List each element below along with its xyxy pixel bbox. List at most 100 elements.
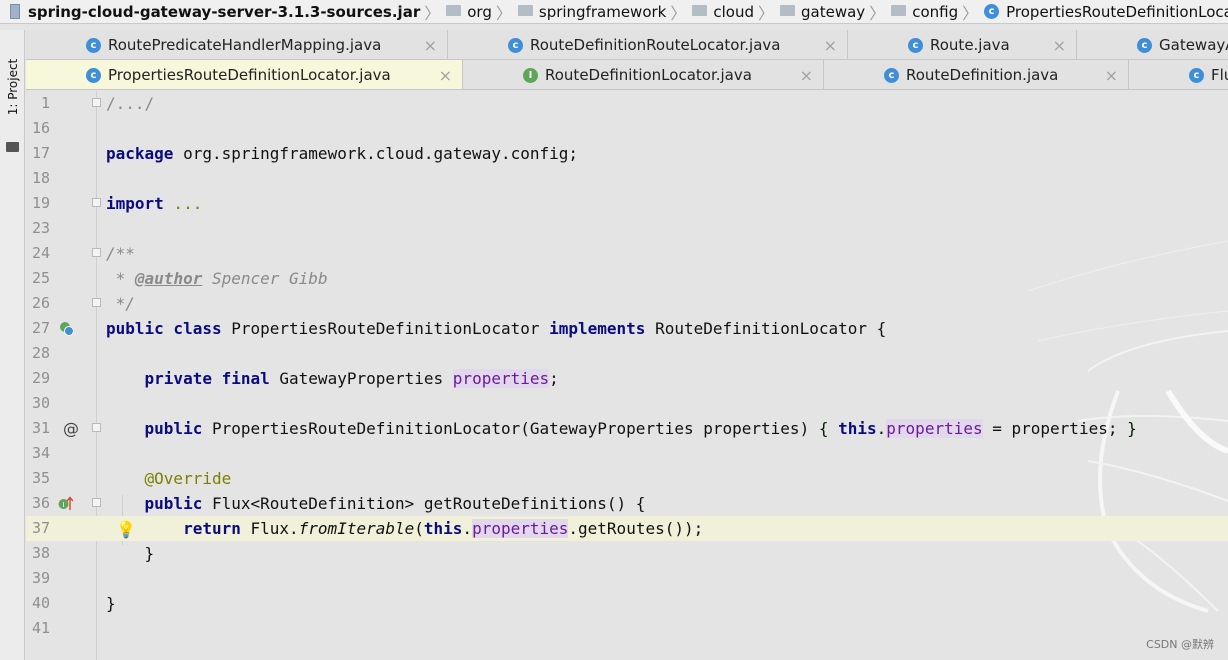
fold-marker-icon[interactable] (92, 98, 101, 107)
code-line[interactable]: 41 (26, 616, 1228, 641)
line-number: 18 (31, 169, 50, 187)
line-number: 41 (31, 619, 50, 637)
code-line[interactable]: 36 I public Flux<RouteDefinition> getRou… (26, 491, 1228, 516)
svg-text:I: I (62, 501, 64, 509)
tab-route-definition-route-locator[interactable]: c RouteDefinitionRouteLocator.java × (448, 30, 848, 59)
folder-icon (692, 5, 708, 16)
line-number: 30 (31, 394, 50, 412)
code-line[interactable]: 28 (26, 341, 1228, 366)
code-line[interactable]: 39 (26, 566, 1228, 591)
class-icon: c (508, 37, 523, 53)
line-number: 35 (31, 469, 50, 487)
class-icon: c (908, 37, 923, 53)
interface-icon: I (523, 67, 538, 83)
tab-gateway-truncated[interactable]: c GatewayA (1077, 30, 1228, 59)
fold-marker-icon[interactable] (92, 248, 101, 257)
code-line[interactable]: 1 /.../ (26, 91, 1228, 116)
code-line[interactable]: 25 * @author Spencer Gibb (26, 266, 1228, 291)
code-line[interactable]: 30 (26, 391, 1228, 416)
breadcrumb-item-jar[interactable]: spring-cloud-gateway-server-3.1.3-source… (10, 0, 446, 23)
line-number: 38 (31, 544, 50, 562)
folder-icon (780, 5, 796, 16)
tab-flux-truncated[interactable]: c Flu (1129, 60, 1228, 89)
line-number: 29 (31, 369, 50, 387)
line-number: 16 (31, 119, 50, 137)
line-number: 26 (31, 294, 50, 312)
close-icon[interactable]: × (439, 66, 452, 85)
chevron-right-icon: 〉 (495, 3, 512, 23)
line-number: 36 (31, 494, 50, 512)
override-up-arrow-icon[interactable]: I (58, 496, 73, 511)
line-number: 25 (31, 269, 50, 287)
tab-route-definition-locator[interactable]: I RouteDefinitionLocator.java × (463, 60, 824, 89)
chevron-right-icon: 〉 (869, 3, 886, 23)
fold-marker-icon[interactable] (92, 498, 101, 507)
class-icon: c (86, 67, 101, 83)
code-line[interactable]: 17 package org.springframework.cloud.gat… (26, 141, 1228, 166)
tab-route[interactable]: c Route.java × (848, 30, 1077, 59)
line-number: 39 (31, 569, 50, 587)
class-icon: c (884, 67, 899, 83)
chevron-right-icon: 〉 (962, 3, 979, 23)
breadcrumb-item-config[interactable]: config 〉 (891, 0, 984, 23)
breadcrumb-item-springframework[interactable]: springframework 〉 (517, 0, 693, 23)
tab-properties-route-definition-locator[interactable]: c PropertiesRouteDefinitionLocator.java … (26, 60, 463, 89)
fold-marker-icon[interactable] (92, 423, 101, 432)
code-line[interactable]: 31 @ public PropertiesRouteDefinitionLoc… (26, 416, 1228, 441)
code-line[interactable]: 18 (26, 166, 1228, 191)
code-line[interactable]: 38 } (26, 541, 1228, 566)
at-sign-icon[interactable]: @ (63, 416, 79, 441)
editor-tabs-row-1: c RoutePredicateHandlerMapping.java × c … (26, 30, 1228, 60)
folder-icon (446, 5, 462, 16)
breadcrumb-item-org[interactable]: org 〉 (446, 0, 518, 23)
code-line[interactable]: 16 (26, 116, 1228, 141)
line-number: 17 (31, 144, 50, 162)
line-number: 37 (31, 519, 50, 537)
close-icon[interactable]: × (824, 36, 837, 55)
tab-route-predicate-handler-mapping[interactable]: c RoutePredicateHandlerMapping.java × (26, 30, 448, 59)
folder-icon (517, 5, 533, 16)
editor-tabs-row-2: c PropertiesRouteDefinitionLocator.java … (26, 60, 1228, 90)
line-number: 34 (31, 444, 50, 462)
code-line[interactable]: 24 /** (26, 241, 1228, 266)
line-number: 27 (31, 319, 50, 337)
code-line[interactable]: 29 private final GatewayProperties prope… (26, 366, 1228, 391)
breadcrumb-item-class[interactable]: c PropertiesRouteDefinitionLocator 〉 (984, 0, 1228, 23)
project-tool-tab[interactable]: 1: Project (3, 42, 21, 138)
tab-route-definition[interactable]: c RouteDefinition.java × (824, 60, 1129, 89)
code-line[interactable]: 34 (26, 441, 1228, 466)
line-number: 28 (31, 344, 50, 362)
code-line[interactable]: 26 */ (26, 291, 1228, 316)
line-number: 1 (40, 94, 50, 112)
class-icon: c (984, 4, 1000, 19)
tool-window-strip: 1: Project (0, 30, 25, 660)
close-icon[interactable]: × (1053, 36, 1066, 55)
line-number: 31 (31, 419, 50, 437)
folder-icon[interactable] (6, 142, 19, 152)
line-number: 40 (31, 594, 50, 612)
code-line[interactable]: 23 (26, 216, 1228, 241)
chevron-right-icon: 〉 (758, 3, 775, 23)
code-line[interactable]: 35 @Override (26, 466, 1228, 491)
class-icon: c (1137, 37, 1152, 53)
breadcrumb-item-cloud[interactable]: cloud 〉 (692, 0, 780, 23)
close-icon[interactable]: × (1105, 66, 1118, 85)
fold-marker-icon[interactable] (92, 298, 101, 307)
code-editor[interactable]: 1 /.../ 16 17 package org.springframewor… (26, 91, 1228, 660)
close-icon[interactable]: × (800, 66, 813, 85)
fold-marker-icon[interactable] (92, 198, 101, 207)
folder-icon (891, 5, 907, 16)
close-icon[interactable]: × (424, 36, 437, 55)
breadcrumb: spring-cloud-gateway-server-3.1.3-source… (0, 0, 1228, 24)
implements-class-icon[interactable] (59, 321, 74, 336)
code-line[interactable]: 40 } (26, 591, 1228, 616)
code-line[interactable]: 19 import ... (26, 191, 1228, 216)
chevron-right-icon: 〉 (424, 3, 441, 23)
chevron-right-icon: 〉 (670, 3, 687, 23)
code-line[interactable]: 27 public class PropertiesRouteDefinitio… (26, 316, 1228, 341)
watermark: CSDN @默辨 (1146, 638, 1214, 651)
breadcrumb-item-gateway[interactable]: gateway 〉 (780, 0, 891, 23)
jar-icon (10, 4, 20, 19)
code-line-current[interactable]: 37 💡 return Flux.fromIterable(this.prope… (26, 516, 1228, 541)
class-icon: c (86, 37, 101, 53)
